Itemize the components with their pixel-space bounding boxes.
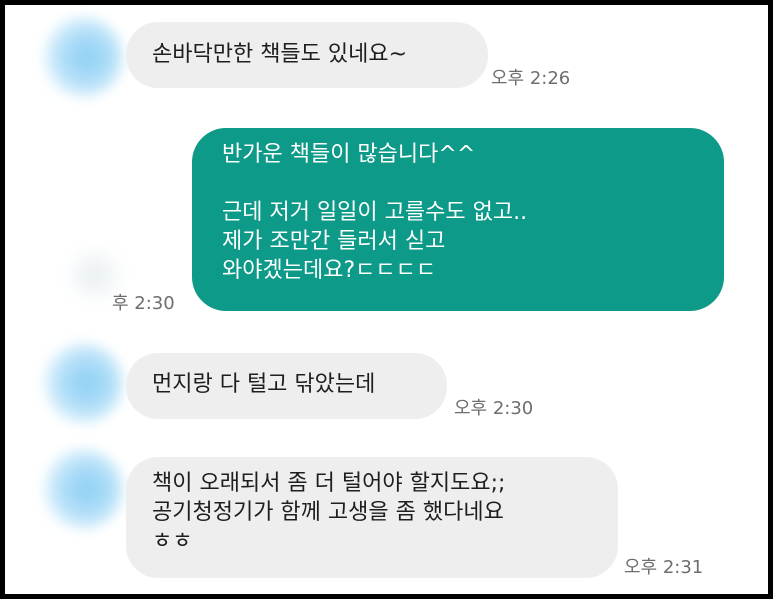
avatar[interactable] (43, 17, 123, 97)
message-timestamp: 후 2:30 (112, 293, 175, 314)
message-bubble-incoming[interactable]: 손바닥만한 책들도 있네요~ (126, 22, 488, 88)
message-bubble-outgoing[interactable]: 반가운 책들이 많습니다^^ 근데 저거 일일이 고를수도 없고.. 제가 조만… (192, 128, 724, 311)
avatar[interactable] (43, 343, 123, 423)
message-timestamp: 오후 2:31 (624, 557, 704, 578)
chat-screen: 손바닥만한 책들도 있네요~ 오후 2:26 후 2:30 반가운 책들이 많습… (5, 5, 768, 594)
message-timestamp: 오후 2:26 (491, 68, 571, 89)
avatar[interactable] (43, 449, 123, 529)
message-bubble-incoming[interactable]: 먼지랑 다 털고 닦았는데 (126, 353, 447, 419)
message-bubble-incoming[interactable]: 책이 오래되서 좀 더 털어야 할지도요;; 공기청정기가 함께 고생을 좀 했… (126, 457, 618, 578)
message-timestamp: 오후 2:30 (454, 398, 534, 419)
